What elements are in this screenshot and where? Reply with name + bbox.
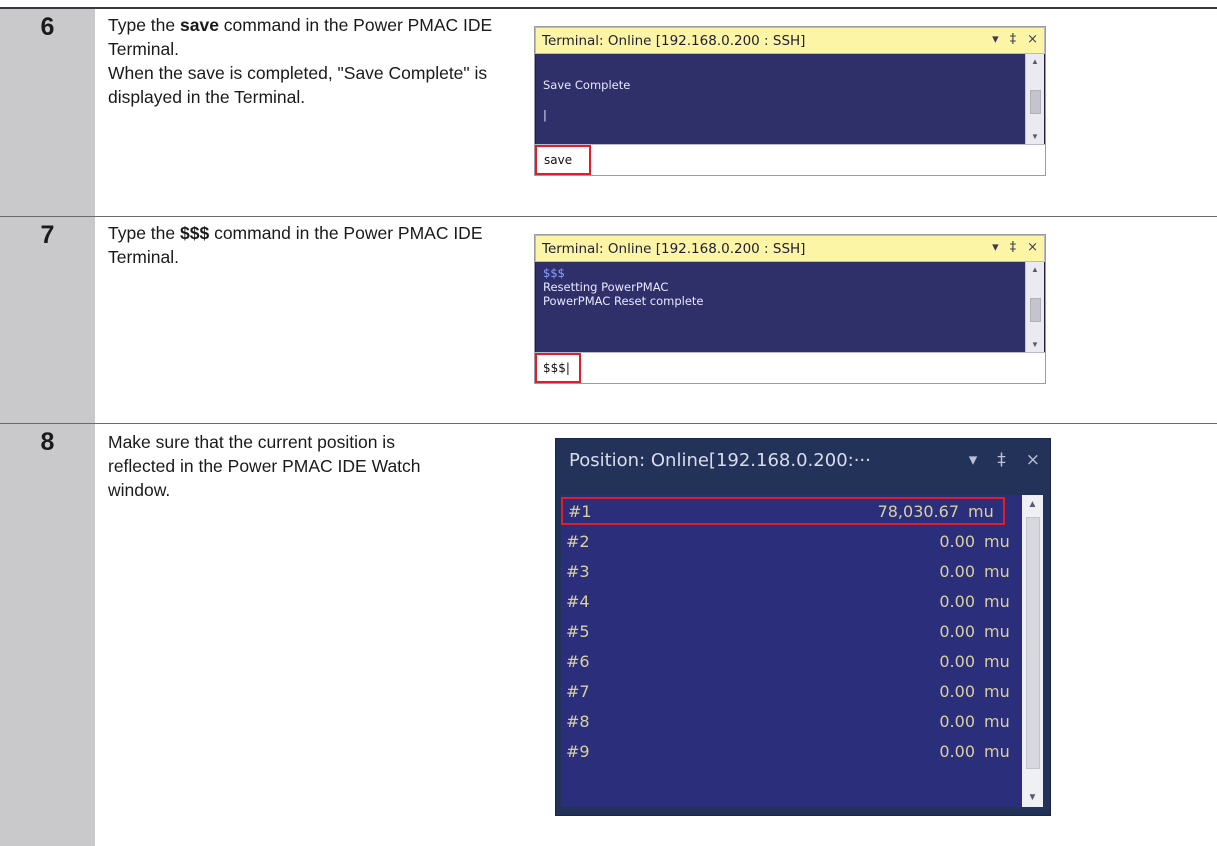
scroll-up-icon[interactable]: ▲ <box>1022 499 1043 510</box>
motor-label: #6 <box>566 652 590 671</box>
scroll-down-icon[interactable]: ▼ <box>1026 132 1044 141</box>
terminal-command-input[interactable]: save <box>535 144 1045 175</box>
highlight-box <box>535 145 591 175</box>
terminal-window: Terminal: Online [192.168.0.200 : SSH] ▾… <box>534 26 1046 176</box>
highlight-box <box>535 353 581 383</box>
position-value: 0.00 <box>939 742 975 761</box>
step-number: 7 <box>40 221 55 249</box>
dropdown-icon[interactable]: ▾ <box>992 32 999 47</box>
output-line: Resetting PowerPMAC <box>543 280 669 294</box>
position-value: 78,030.67 <box>877 502 959 521</box>
list-item[interactable]: #3 0.00 mu <box>561 559 1022 587</box>
unit-label: mu <box>984 532 1010 551</box>
terminal-title: Terminal: Online [192.168.0.200 : SSH] <box>542 240 806 257</box>
position-value: 0.00 <box>939 622 975 641</box>
command-name: $$$ <box>180 223 210 243</box>
pin-icon[interactable]: ‡ <box>997 450 1006 470</box>
list-item[interactable]: #7 0.00 mu <box>561 679 1022 707</box>
scroll-thumb[interactable] <box>1026 517 1040 769</box>
close-icon[interactable]: × <box>1026 450 1040 470</box>
position-value: 0.00 <box>939 592 975 611</box>
scroll-up-icon[interactable]: ▲ <box>1026 265 1044 274</box>
close-icon[interactable]: × <box>1027 240 1038 255</box>
scroll-down-icon[interactable]: ▼ <box>1022 792 1043 803</box>
pin-icon[interactable]: ‡ <box>1010 240 1017 255</box>
output-line: $$$ <box>543 266 565 280</box>
watch-title-bar[interactable]: Position: Online[192.168.0.200:··· ▾ ‡ × <box>556 439 1050 482</box>
scroll-thumb[interactable] <box>1030 298 1041 322</box>
terminal-output: $$$ Resetting PowerPMAC PowerPMAC Reset … <box>535 262 1045 352</box>
unit-label: mu <box>984 562 1010 581</box>
step-number: 6 <box>40 13 55 41</box>
dropdown-icon[interactable]: ▾ <box>969 450 978 470</box>
motor-label: #1 <box>568 502 592 521</box>
motor-label: #4 <box>566 592 590 611</box>
pin-icon[interactable]: ‡ <box>1010 32 1017 47</box>
terminal-title-bar[interactable]: Terminal: Online [192.168.0.200 : SSH] ▾… <box>535 235 1045 262</box>
step-number-cell: 7 <box>0 217 95 423</box>
list-item[interactable]: #6 0.00 mu <box>561 649 1022 677</box>
list-item[interactable]: #9 0.00 mu <box>561 739 1022 767</box>
scroll-thumb[interactable] <box>1030 90 1041 114</box>
list-item[interactable]: #4 0.00 mu <box>561 589 1022 617</box>
motor-label: #2 <box>566 532 590 551</box>
motor-label: #7 <box>566 682 590 701</box>
unit-label: mu <box>984 592 1010 611</box>
desc-text: When the save is completed, "Save Comple… <box>108 63 488 107</box>
command-name: save <box>180 15 219 35</box>
step-description: Type the $$$ command in the Power PMAC I… <box>108 221 528 269</box>
vertical-scrollbar[interactable]: ▲ ▼ <box>1025 54 1044 144</box>
terminal-output: Save Complete | ▲ ▼ <box>535 54 1045 144</box>
vertical-scrollbar[interactable]: ▲ ▼ <box>1025 262 1044 352</box>
desc-text: Type the <box>108 223 180 243</box>
step-number: 8 <box>40 428 55 456</box>
position-value: 0.00 <box>939 532 975 551</box>
unit-label: mu <box>984 622 1010 641</box>
step-description: Make sure that the current position is r… <box>108 432 421 500</box>
unit-label: mu <box>984 652 1010 671</box>
output-line: Save Complete <box>543 78 631 92</box>
list-item-highlighted[interactable]: #1 78,030.67 mu <box>561 497 1005 525</box>
position-watch-window: Position: Online[192.168.0.200:··· ▾ ‡ ×… <box>555 438 1051 816</box>
unit-label: mu <box>984 742 1010 761</box>
dropdown-icon[interactable]: ▾ <box>992 240 999 255</box>
motor-label: #3 <box>566 562 590 581</box>
terminal-window: Terminal: Online [192.168.0.200 : SSH] ▾… <box>534 234 1046 384</box>
step-description: Type the save command in the Power PMAC … <box>108 13 538 109</box>
watch-title: Position: Online[192.168.0.200:··· <box>569 450 871 471</box>
output-line: PowerPMAC Reset complete <box>543 294 704 308</box>
text-cursor: | <box>543 108 547 122</box>
position-value: 0.00 <box>939 562 975 581</box>
close-icon[interactable]: × <box>1027 32 1038 47</box>
step-number-cell: 6 <box>0 9 95 216</box>
motor-label: #8 <box>566 712 590 731</box>
unit-label: mu <box>984 712 1010 731</box>
motor-label: #5 <box>566 622 590 641</box>
scroll-up-icon[interactable]: ▲ <box>1026 57 1044 66</box>
position-list: #1 78,030.67 mu #2 0.00 mu #3 0.00 mu #4… <box>561 495 1022 807</box>
terminal-title: Terminal: Online [192.168.0.200 : SSH] <box>542 32 806 49</box>
position-value: 0.00 <box>939 712 975 731</box>
step-row-7: 7 Type the $$$ command in the Power PMAC… <box>0 217 1217 423</box>
position-value: 0.00 <box>939 652 975 671</box>
unit-label: mu <box>968 502 994 521</box>
motor-label: #9 <box>566 742 590 761</box>
step-number-cell: 8 <box>0 424 95 846</box>
vertical-scrollbar[interactable]: ▲ ▼ <box>1022 495 1043 807</box>
list-item[interactable]: #2 0.00 mu <box>561 529 1022 557</box>
terminal-command-input[interactable]: $$$| <box>535 352 1045 383</box>
position-value: 0.00 <box>939 682 975 701</box>
terminal-title-bar[interactable]: Terminal: Online [192.168.0.200 : SSH] ▾… <box>535 27 1045 54</box>
scroll-down-icon[interactable]: ▼ <box>1026 340 1044 349</box>
unit-label: mu <box>984 682 1010 701</box>
list-item[interactable]: #5 0.00 mu <box>561 619 1022 647</box>
step-row-6: 6 Type the save command in the Power PMA… <box>0 9 1217 216</box>
list-item[interactable]: #8 0.00 mu <box>561 709 1022 737</box>
desc-text: Type the <box>108 15 180 35</box>
